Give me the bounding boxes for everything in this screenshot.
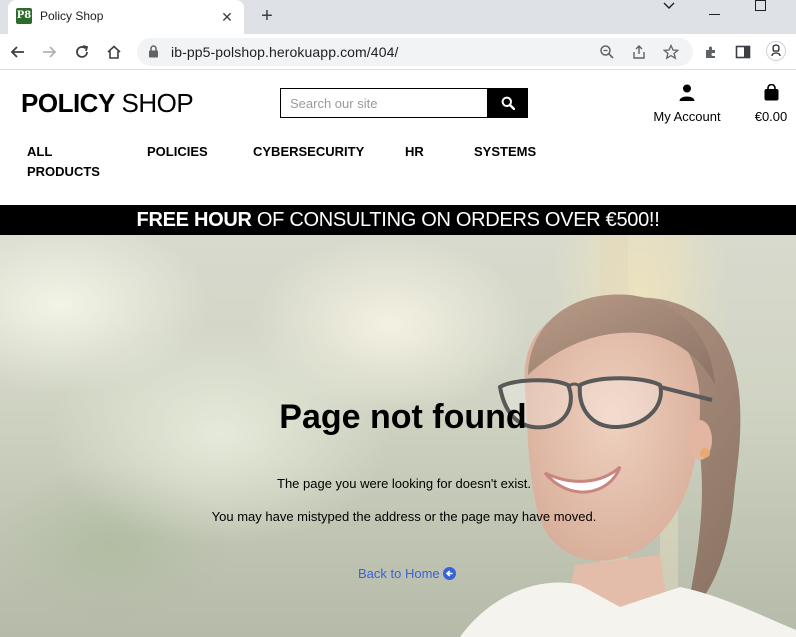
lock-icon[interactable] xyxy=(148,45,159,63)
browser-tab[interactable]: P8 Policy Shop ✕ xyxy=(8,0,244,34)
minimize-icon[interactable] xyxy=(704,6,724,20)
tab-search-icon[interactable] xyxy=(659,0,679,14)
maximize-icon[interactable] xyxy=(750,0,770,14)
tab-title: Policy Shop xyxy=(40,9,104,23)
error-message-secondary: You may have mistyped the address or the… xyxy=(211,509,597,524)
site-header: POLICY SHOP My Account €0.00 ALL PRODUCT… xyxy=(0,70,796,205)
favicon-icon: P8 xyxy=(16,8,32,24)
hero-section: Page not found The page you were looking… xyxy=(0,235,796,637)
home-icon[interactable] xyxy=(103,41,125,63)
share-icon[interactable] xyxy=(631,44,647,60)
main-navigation: ALL PRODUCTS POLICIES CYBERSECURITY HR S… xyxy=(0,142,796,192)
nav-all-products[interactable]: ALL PRODUCTS xyxy=(27,142,100,182)
arrow-circle-left-icon xyxy=(442,567,456,580)
zoom-icon[interactable] xyxy=(599,44,615,60)
nav-systems[interactable]: SYSTEMS xyxy=(474,142,536,162)
my-account-link[interactable]: My Account xyxy=(648,84,726,124)
bag-total: €0.00 xyxy=(754,109,788,124)
nav-policies[interactable]: POLICIES xyxy=(147,142,208,162)
search-form xyxy=(280,88,528,118)
side-panel-icon[interactable] xyxy=(735,44,751,60)
back-to-home-label: Back to Home xyxy=(358,566,440,581)
shopping-bag-link[interactable]: €0.00 xyxy=(748,83,794,124)
extensions-icon[interactable] xyxy=(703,44,719,60)
search-input[interactable] xyxy=(280,88,488,118)
address-bar[interactable]: ib-pp5-polshop.herokuapp.com/404/ xyxy=(137,38,693,66)
profile-avatar-icon[interactable] xyxy=(766,41,786,61)
error-message-primary: The page you were looking for doesn't ex… xyxy=(277,476,531,491)
logo-bold-text: POLICY xyxy=(21,88,115,118)
page-title: Page not found xyxy=(279,398,527,436)
bookmark-star-icon[interactable] xyxy=(662,43,680,60)
promo-banner: FREE HOUR OF CONSULTING ON ORDERS OVER €… xyxy=(0,205,796,235)
banner-bold-text: FREE HOUR xyxy=(136,209,252,231)
nav-cybersecurity[interactable]: CYBERSECURITY xyxy=(253,142,364,162)
account-label: My Account xyxy=(653,109,721,124)
close-tab-icon[interactable]: ✕ xyxy=(218,8,236,26)
browser-tabstrip: P8 Policy Shop ✕ + xyxy=(0,0,796,34)
back-to-home-link[interactable]: Back to Home xyxy=(358,566,456,581)
banner-regular-text: OF CONSULTING ON ORDERS OVER €500!! xyxy=(251,209,660,231)
forward-icon[interactable] xyxy=(38,41,60,63)
nav-all-label: ALL xyxy=(27,144,53,159)
reload-icon[interactable] xyxy=(71,41,93,63)
search-button[interactable] xyxy=(487,88,528,118)
user-icon xyxy=(679,84,695,101)
search-icon xyxy=(501,96,515,110)
url-text: ib-pp5-polshop.herokuapp.com/404/ xyxy=(171,44,399,60)
back-icon[interactable] xyxy=(7,41,29,63)
site-logo[interactable]: POLICY SHOP xyxy=(21,88,194,119)
nav-products-label: PRODUCTS xyxy=(27,164,100,179)
nav-hr[interactable]: HR xyxy=(405,142,424,162)
logo-regular-text: SHOP xyxy=(114,88,194,118)
shopping-bag-icon xyxy=(764,83,778,101)
browser-toolbar: ib-pp5-polshop.herokuapp.com/404/ xyxy=(0,34,796,70)
new-tab-button[interactable]: + xyxy=(256,5,278,27)
